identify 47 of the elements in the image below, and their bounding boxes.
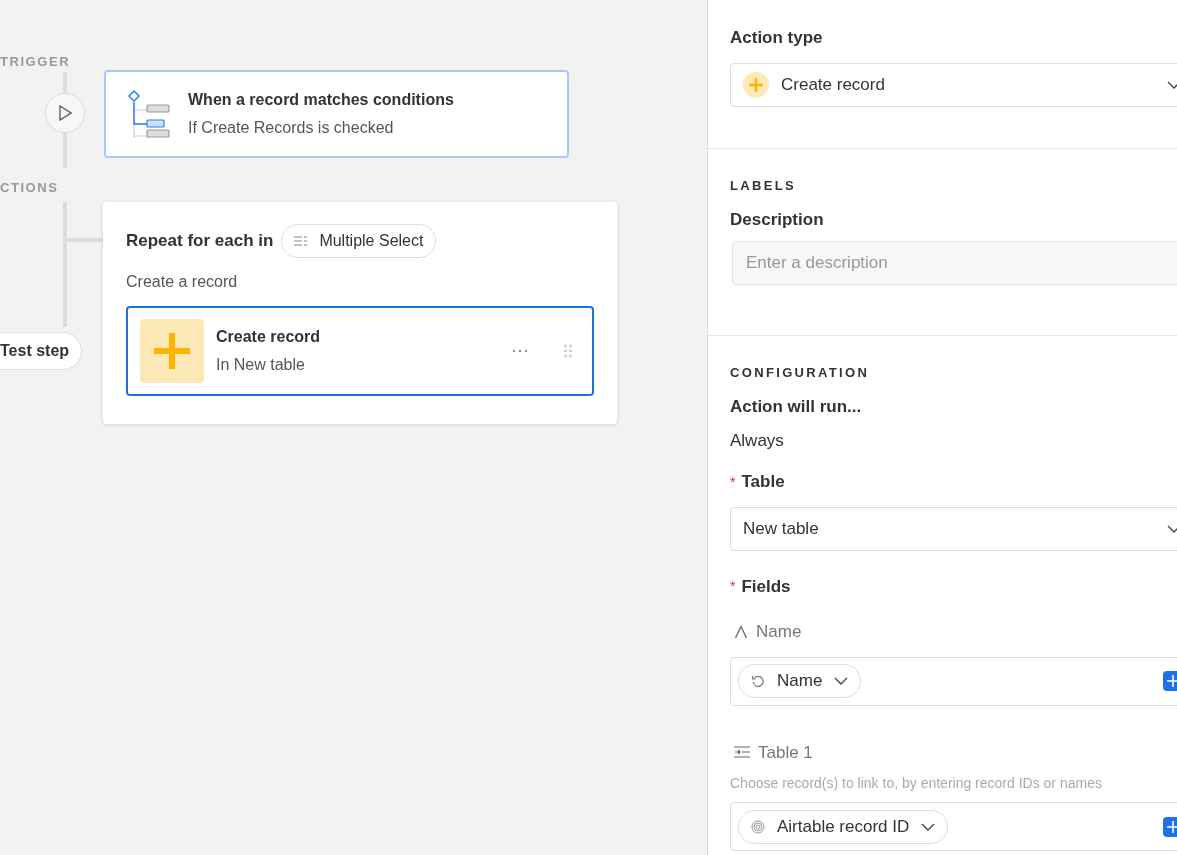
field-name: Name [756, 621, 802, 643]
section-heading: CONFIGURATION [730, 363, 871, 382]
link-lines-icon [734, 746, 750, 759]
test-step-button[interactable]: Test step [0, 332, 83, 370]
repeat-sublabel: Create a record [126, 272, 239, 292]
trigger-title: When a record matches conditions [188, 90, 454, 110]
more-icon[interactable] [512, 349, 528, 353]
section-heading: LABELS [730, 176, 798, 195]
play-button[interactable] [45, 93, 85, 133]
trigger-card[interactable]: When a record matches conditions If Create Records is checked [104, 70, 569, 158]
field-label: Action will run... [730, 396, 863, 418]
chevron-down-icon [834, 677, 849, 685]
action-title: Create record [216, 327, 322, 347]
drag-handle-icon[interactable] [564, 344, 572, 358]
list-icon [294, 236, 308, 246]
field-value-box[interactable]: Name [730, 656, 1177, 706]
section-label: TRIGGER [0, 53, 71, 71]
required-asterisk: * [730, 472, 736, 492]
description-field[interactable]: Enter a description [732, 240, 1177, 285]
required-asterisk: * [730, 577, 736, 597]
chevron-down-icon [1167, 80, 1177, 89]
refresh-icon [751, 674, 765, 688]
field-hint: Choose record(s) to link to, by entering record IDs or names [730, 774, 1103, 793]
field-value-box[interactable]: Airtable record ID [730, 802, 1177, 851]
plus-icon [140, 319, 204, 383]
add-button[interactable] [1163, 671, 1177, 691]
action-card[interactable]: Create record In New table [126, 306, 594, 396]
field-label: Description [730, 209, 825, 231]
add-button[interactable] [1163, 816, 1177, 837]
field-label: Action type [730, 27, 824, 49]
chevron-down-icon [1167, 524, 1177, 533]
action-type-select[interactable]: Create record [730, 62, 1177, 107]
section-label: CTIONS [0, 179, 59, 197]
fingerprint-icon [751, 819, 765, 834]
chevron-down-icon [921, 822, 936, 831]
action-subtitle: In New table [216, 355, 306, 375]
conditions-tree-icon [126, 90, 172, 138]
table-select[interactable]: New table [730, 506, 1177, 551]
letter-a-icon [734, 624, 748, 639]
play-icon [58, 105, 72, 121]
repeat-label: Repeat for each in [126, 230, 274, 253]
plus-circle-icon [743, 71, 769, 98]
field-name: Table 1 [758, 741, 813, 764]
run-condition: Always [730, 429, 785, 452]
field-label: Table [741, 471, 785, 493]
field-label: Fields [741, 575, 791, 598]
trigger-subtitle: If Create Records is checked [188, 118, 395, 138]
